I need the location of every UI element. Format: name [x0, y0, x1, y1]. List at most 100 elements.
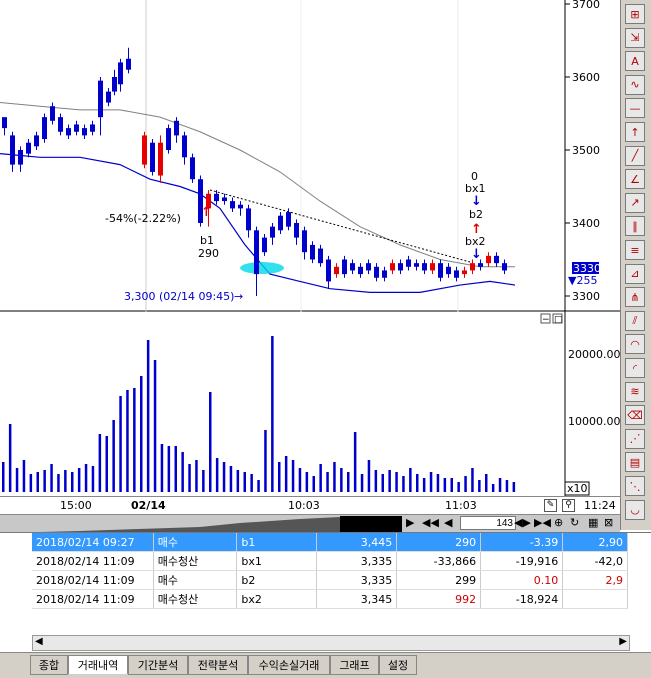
volume-bar	[140, 376, 143, 492]
table-row[interactable]: 2018/02/14 09:27 매수 b1 3,445 290 -3.39 2,90	[32, 533, 628, 552]
grid-icon[interactable]: ▦	[588, 516, 598, 529]
trade-date: 2018/02/14 11:09	[32, 570, 154, 590]
volume-bar	[305, 472, 309, 492]
text-icon[interactable]: A	[625, 51, 645, 72]
trade-price: 3,335	[316, 551, 398, 571]
volume-bar	[312, 476, 315, 492]
eraser-icon[interactable]: ⌫	[625, 405, 645, 426]
select-icon[interactable]: ⇲	[625, 27, 645, 48]
volume-bar	[43, 470, 46, 492]
tab-6[interactable]: 설정	[379, 655, 417, 675]
volume-bar	[340, 468, 343, 492]
scroll-prev-icon[interactable]: ◀	[444, 516, 452, 529]
scroll-right-icon[interactable]: ▶	[406, 516, 414, 529]
fibo-arc-icon[interactable]: ◡	[625, 499, 645, 520]
volume-bar	[50, 464, 53, 492]
angle-line-icon[interactable]: ∠	[625, 169, 645, 190]
refresh-icon[interactable]: ↻	[570, 516, 579, 529]
trend-pct-label: -54%(-2.22%)	[105, 212, 181, 225]
grid-horizontal-scrollbar[interactable]: ◀ ▶	[32, 635, 630, 651]
line-icon[interactable]: ∿	[625, 74, 645, 95]
wave-icon[interactable]: ≋	[625, 381, 645, 402]
candle-body	[74, 124, 79, 132]
tab-2[interactable]: 기간분석	[128, 655, 188, 675]
price-tick-label: 3600	[572, 71, 600, 84]
trade-qty: 299	[396, 570, 482, 590]
trade-type: 매수청산	[153, 551, 238, 571]
maximize-icon[interactable]: □	[554, 315, 563, 325]
scroll-first-icon[interactable]: ◀◀	[422, 516, 439, 529]
volume-bar	[333, 462, 336, 492]
gann-icon[interactable]: ⊿	[625, 263, 645, 284]
segment-icon[interactable]: —	[625, 98, 645, 119]
tab-4[interactable]: 수익손실거래	[248, 655, 330, 675]
price-chart[interactable]: 3700 3600 3500 3400 3300 -54%(-2.22%) ↑ b1 2…	[0, 0, 620, 312]
volume-chart[interactable]: − □ 20000.00 10000.00 x10	[0, 312, 620, 496]
trade-price: 3,445	[316, 533, 398, 552]
scroll-count-input[interactable]	[460, 516, 516, 530]
volume-bar	[498, 478, 502, 492]
tab-1[interactable]: 거래내역	[68, 655, 128, 674]
table-row[interactable]: 2018/02/14 11:09 매수 b2 3,335 299 0.10 2,9	[32, 570, 628, 590]
candle-body	[502, 263, 507, 271]
b1-qty-label: 290	[198, 247, 219, 260]
trade-cum: 2,90	[562, 533, 628, 552]
volume-bar	[105, 436, 108, 492]
arc-icon[interactable]: ◜	[625, 358, 645, 378]
trade-history-grid[interactable]: 2018/02/14 09:27 매수 b1 3,445 290 -3.39 2,90 201…	[0, 532, 651, 653]
signal-name: b1	[236, 533, 317, 552]
candle-body	[118, 62, 123, 85]
vol-label-10000: 10000.00	[568, 415, 620, 428]
volume-bar	[271, 336, 274, 492]
candle-body	[222, 197, 227, 202]
price-change-label: ▼255	[568, 274, 597, 287]
scroll-right-icon[interactable]: ▶	[619, 636, 627, 647]
edit-icon[interactable]: ✎	[544, 499, 557, 512]
minimize-icon[interactable]: −	[542, 315, 550, 325]
trend-line-icon[interactable]: ╱	[625, 145, 645, 166]
candle-body	[286, 212, 291, 227]
volume-bar	[229, 466, 233, 492]
scroll-left-icon[interactable]: ◀	[35, 636, 43, 647]
table-row[interactable]: 2018/02/14 11:09 매수청산 bx2 3,345 992 -18,924	[32, 589, 628, 609]
volume-bar	[381, 474, 384, 492]
parallel-icon[interactable]: ∥	[625, 216, 645, 237]
candle-body	[342, 259, 347, 275]
fibo-icon[interactable]: ≡	[625, 240, 645, 260]
fit-icon[interactable]: ⊕	[554, 516, 563, 529]
grid-line-icon[interactable]: ▤	[625, 452, 645, 473]
volume-bar	[236, 470, 240, 492]
candle-body	[246, 208, 251, 231]
cycle-icon[interactable]: ◠	[625, 334, 645, 355]
pitchfork-icon[interactable]: ⋔	[625, 287, 645, 308]
marker-icon[interactable]: ↑	[625, 122, 645, 142]
channel-icon[interactable]: ⫽	[625, 310, 645, 331]
fan-icon[interactable]: ⋰	[625, 428, 645, 449]
volume-bar	[491, 484, 495, 492]
trades-table: 2018/02/14 09:27 매수 b1 3,445 290 -3.39 2,90 201…	[32, 533, 628, 609]
volume-bar	[436, 474, 440, 492]
tab-3[interactable]: 전략분석	[188, 655, 248, 675]
fibo-fan-icon[interactable]: ⋱	[625, 476, 645, 496]
search-icon[interactable]: ⚲	[562, 499, 575, 512]
volume-bar	[77, 468, 81, 492]
volume-bar	[36, 472, 39, 492]
candle-body	[382, 270, 387, 278]
tab-5[interactable]: 그래프	[330, 655, 379, 675]
candle-body	[326, 259, 331, 282]
cursor-icon[interactable]: ⊞	[625, 4, 645, 24]
candle-body	[18, 150, 23, 165]
candle-body	[106, 91, 111, 103]
ray-icon[interactable]: ↗	[625, 192, 645, 213]
trade-type: 매수	[153, 533, 238, 552]
close-icon[interactable]: ⊠	[604, 516, 613, 529]
zoom-out-icon[interactable]: ▶◀	[534, 516, 551, 529]
tab-0[interactable]: 종합	[30, 655, 68, 675]
zoom-in-icon[interactable]: ◀▶	[514, 516, 531, 529]
table-row[interactable]: 2018/02/14 11:09 매수청산 bx1 3,335 -33,866 -19,9…	[32, 551, 628, 571]
trade-pl: -19,916	[480, 551, 564, 571]
chart-scrollbar[interactable]: ▶ ◀◀ ◀ ◀▶ ▶◀ ⊕ ↻ ▦ ⊠	[0, 514, 620, 533]
trade-date: 2018/02/14 09:27	[32, 533, 154, 552]
volume-bar	[112, 420, 115, 492]
trade-cum: 2,9	[562, 570, 628, 590]
